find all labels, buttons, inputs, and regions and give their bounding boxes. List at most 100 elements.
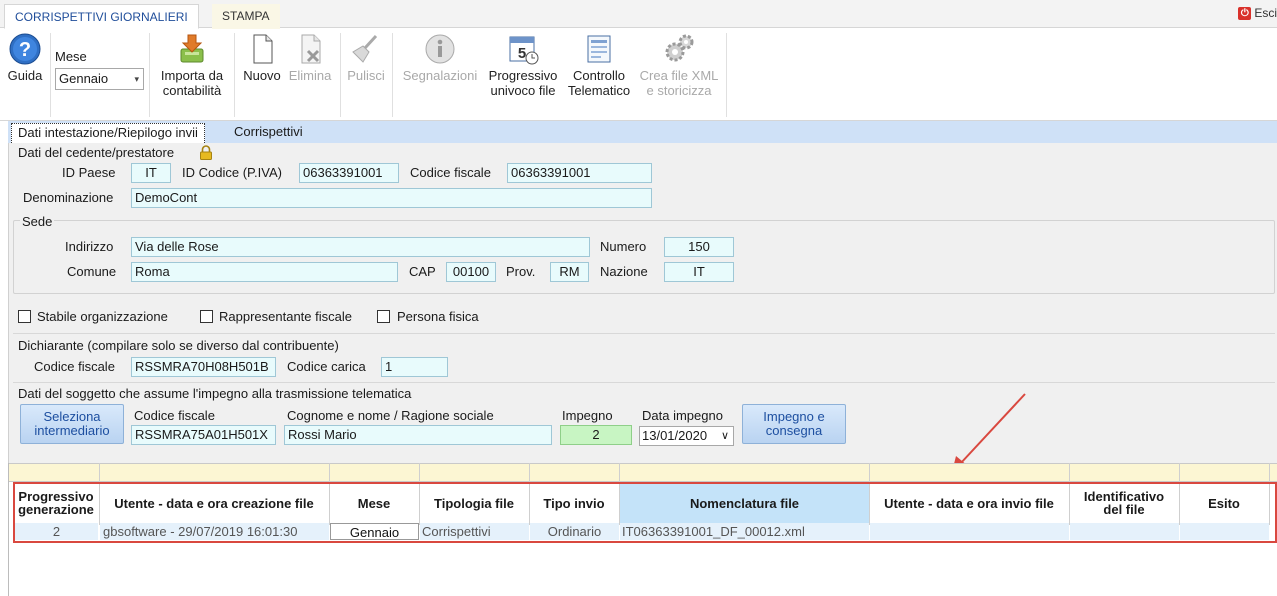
progressive-file-button[interactable]: 5 Progressivo univoco file [484, 33, 562, 98]
codice-carica-label: Codice carica [287, 359, 366, 374]
prov-label: Prov. [506, 264, 536, 279]
rappresentante-label: Rappresentante fiscale [219, 309, 352, 324]
select-intermediary-label-1: Seleziona [43, 409, 101, 424]
sede-group [13, 220, 1275, 294]
form-panel: Dati del cedente/prestatore ID Paese IT … [8, 143, 1277, 463]
ribbon-toolbar: ? Guida Mese Gennaio ▾ Importa da contab… [0, 29, 1277, 121]
month-label: Mese [55, 49, 87, 64]
stabile-label: Stabile organizzazione [37, 309, 168, 324]
chevron-down-icon: ▾ [134, 74, 139, 84]
dichiarante-cf-label: Codice fiscale [34, 359, 115, 374]
indirizzo-field[interactable]: Via delle Rose [131, 237, 590, 257]
help-label: Guida [7, 68, 43, 83]
new-label: Nuovo [243, 68, 281, 83]
tab-stampa[interactable]: STAMPA [212, 4, 280, 29]
svg-text:?: ? [19, 39, 31, 61]
id-codice-label: ID Codice (P.IVA) [182, 165, 282, 180]
comune-label: Comune [67, 264, 117, 279]
indirizzo-label: Indirizzo [65, 239, 114, 254]
rappresentante-checkbox[interactable] [200, 310, 213, 323]
broom-icon [350, 33, 382, 65]
exit-icon: ⏻ [1238, 6, 1252, 20]
soggetto-title: Dati del soggetto che assume l'impegno a… [18, 386, 412, 401]
data-impegno-label: Data impegno [642, 408, 723, 423]
exit-button[interactable]: ⏻ Esci [1238, 6, 1277, 20]
gears-icon [663, 33, 695, 65]
persona-fisica-checkbox[interactable] [377, 310, 390, 323]
form-icon [583, 33, 615, 65]
id-paese-label: ID Paese [62, 165, 116, 180]
denominazione-label: Denominazione [23, 190, 114, 205]
numero-field[interactable]: 150 [664, 237, 734, 257]
help-icon: ? [9, 33, 41, 65]
chevron-down-icon: ∨ [720, 430, 729, 442]
create-xml-button[interactable]: Crea file XML e storicizza [636, 33, 722, 98]
id-codice-field[interactable]: 06363391001 [299, 163, 399, 183]
import-icon [176, 33, 208, 65]
clean-label: Pulisci [347, 68, 385, 83]
new-button[interactable]: Nuovo [239, 33, 285, 83]
nome-label: Cognome e nome / Ragione sociale [287, 408, 494, 423]
separator [149, 33, 150, 117]
xml-label-1: Crea file XML [639, 68, 719, 83]
delete-document-icon [294, 33, 326, 65]
data-impegno-picker[interactable]: 13/01/2020 ∨ [639, 426, 734, 446]
delete-label: Elimina [288, 68, 332, 83]
lock-icon [199, 145, 213, 163]
tab-dati-intestazione[interactable]: Dati intestazione/Riepilogo invii [11, 123, 205, 143]
check-label-2: Telematico [567, 83, 631, 98]
select-intermediary-button[interactable]: Seleziona intermediario [20, 404, 124, 444]
cap-field[interactable]: 00100 [446, 262, 496, 282]
codice-fiscale-label: Codice fiscale [410, 165, 491, 180]
tab-corrispettivi-giornalieri[interactable]: CORRISPETTIVI GIORNALIERI [4, 4, 199, 29]
stabile-checkbox[interactable] [18, 310, 31, 323]
info-icon [424, 33, 456, 65]
divider [13, 382, 1275, 383]
nazione-label: Nazione [600, 264, 648, 279]
nome-field[interactable]: Rossi Mario [284, 425, 552, 445]
check-telematic-button[interactable]: Controllo Telematico [563, 33, 635, 98]
month-select[interactable]: Gennaio ▾ [55, 68, 144, 90]
ribbon-tab-bar: CORRISPETTIVI GIORNALIERI STAMPA ⏻ Esci [0, 0, 1277, 29]
impegno-consegna-label-2: consegna [765, 423, 823, 438]
new-document-icon [246, 33, 278, 65]
comune-field[interactable]: Roma [131, 262, 398, 282]
svg-text:5: 5 [518, 45, 526, 62]
import-label-2: contabilità [162, 83, 222, 98]
soggetto-cf-field[interactable]: RSSMRA75A01H501X [131, 425, 276, 445]
invii-grid: Progressivo generazione Utente - data e … [8, 463, 1277, 596]
clean-button[interactable]: Pulisci [344, 33, 388, 83]
impegno-consegna-button[interactable]: Impegno e consegna [742, 404, 846, 444]
tab-corrispettivi[interactable]: Corrispettivi [228, 123, 309, 143]
delete-button[interactable]: Elimina [286, 33, 334, 83]
separator [234, 33, 235, 117]
impegno-field[interactable]: 2 [560, 425, 632, 445]
import-button[interactable]: Importa da contabilità [154, 33, 230, 98]
dichiarante-cf-field[interactable]: RSSMRA70H08H501B [131, 357, 276, 377]
month-value: Gennaio [59, 71, 109, 86]
sede-title: Sede [20, 214, 55, 229]
progressive-label-2: univoco file [490, 83, 556, 98]
cedente-section-title: Dati del cedente/prestatore [18, 145, 175, 160]
reports-button[interactable]: Segnalazioni [398, 33, 482, 83]
divider [13, 333, 1275, 334]
impegno-consegna-label-1: Impegno e [763, 409, 825, 424]
persona-fisica-label: Persona fisica [397, 309, 479, 324]
codice-fiscale-field[interactable]: 06363391001 [507, 163, 652, 183]
separator [50, 33, 51, 117]
impegno-label: Impegno [562, 408, 613, 423]
denominazione-field[interactable]: DemoCont [131, 188, 652, 208]
data-impegno-value: 13/01/2020 [642, 428, 708, 443]
id-paese-field[interactable]: IT [131, 163, 171, 183]
separator [392, 33, 393, 117]
cap-label: CAP [409, 264, 436, 279]
prov-field[interactable]: RM [550, 262, 589, 282]
inner-tab-strip: Dati intestazione/Riepilogo invii Corris… [8, 121, 1277, 143]
nazione-field[interactable]: IT [664, 262, 734, 282]
xml-label-2: e storicizza [646, 83, 712, 98]
codice-carica-field[interactable]: 1 [381, 357, 448, 377]
soggetto-cf-label: Codice fiscale [134, 408, 215, 423]
calendar-icon: 5 [507, 33, 539, 65]
help-button[interactable]: ? Guida [4, 33, 46, 83]
progressive-label-1: Progressivo [488, 68, 558, 83]
